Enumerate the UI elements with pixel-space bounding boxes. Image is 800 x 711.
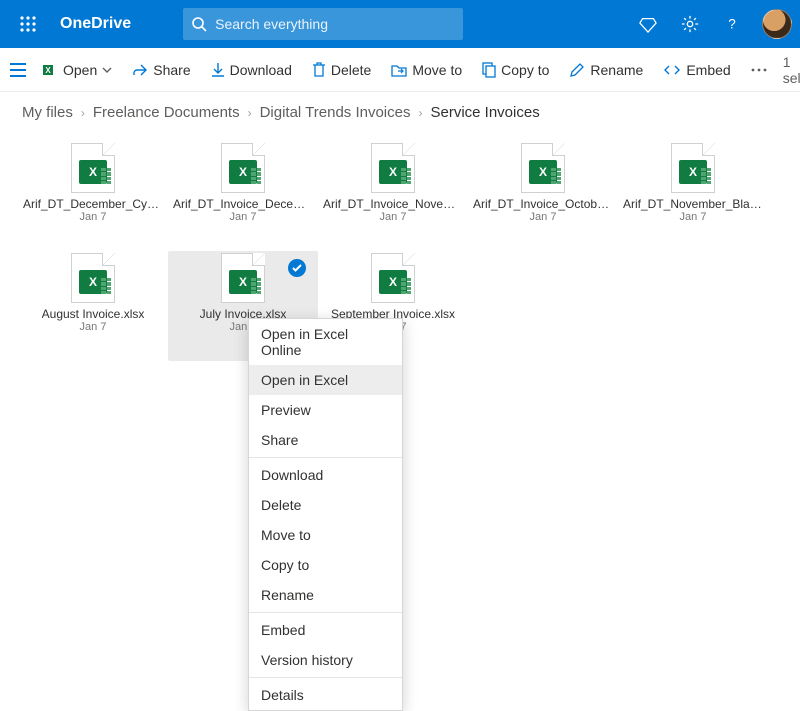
context-menu-item[interactable]: Embed bbox=[249, 615, 402, 645]
search-input[interactable] bbox=[207, 16, 455, 32]
chevron-right-icon: › bbox=[248, 106, 252, 120]
share-button[interactable]: Share bbox=[128, 58, 194, 82]
selected-check-icon bbox=[288, 259, 306, 277]
hamburger-icon bbox=[10, 63, 26, 77]
move-to-button[interactable]: Move to bbox=[387, 58, 466, 82]
rename-icon bbox=[569, 62, 585, 78]
chevron-down-icon bbox=[102, 65, 112, 75]
excel-file-icon: X bbox=[521, 143, 565, 193]
context-menu-item[interactable]: Open in Excel Online bbox=[249, 319, 402, 365]
excel-file-icon: X bbox=[221, 143, 265, 193]
user-avatar[interactable] bbox=[762, 9, 792, 39]
more-button[interactable] bbox=[747, 63, 771, 77]
breadcrumb-item[interactable]: My files bbox=[22, 104, 73, 121]
excel-file-icon: X bbox=[71, 143, 115, 193]
download-label: Download bbox=[230, 62, 292, 78]
file-tile[interactable]: X Arif_DT_Invoice_October_2...Jan 7 bbox=[468, 141, 618, 251]
search-box[interactable] bbox=[183, 8, 463, 40]
file-tile[interactable]: X Arif_DT_Invoice_November...Jan 7 bbox=[318, 141, 468, 251]
svg-text:X: X bbox=[45, 66, 51, 75]
selection-count: 1 selected bbox=[783, 54, 800, 86]
file-date: Jan 7 bbox=[530, 211, 557, 223]
app-launcher-button[interactable] bbox=[8, 16, 48, 32]
diamond-icon bbox=[639, 15, 657, 33]
delete-icon bbox=[312, 62, 326, 78]
excel-file-icon: X bbox=[371, 253, 415, 303]
excel-icon: X bbox=[42, 62, 58, 78]
chevron-right-icon: › bbox=[418, 106, 422, 120]
svg-text:?: ? bbox=[728, 17, 736, 32]
file-date: Jan 7 bbox=[80, 211, 107, 223]
open-label: Open bbox=[63, 62, 97, 78]
menu-separator bbox=[249, 677, 402, 678]
help-icon: ? bbox=[723, 15, 741, 33]
breadcrumb-item[interactable]: Service Invoices bbox=[430, 104, 539, 121]
context-menu-item[interactable]: Version history bbox=[249, 645, 402, 675]
move-to-label: Move to bbox=[412, 62, 462, 78]
file-tile[interactable]: X Arif_DT_Invoice_December...Jan 7 bbox=[168, 141, 318, 251]
menu-separator bbox=[249, 612, 402, 613]
delete-label: Delete bbox=[331, 62, 371, 78]
delete-button[interactable]: Delete bbox=[308, 58, 375, 82]
file-name: Arif_DT_December_Cyber_... bbox=[23, 197, 163, 211]
context-menu-item[interactable]: Preview bbox=[249, 395, 402, 425]
file-date: Jan 7 bbox=[80, 321, 107, 333]
more-icon bbox=[751, 67, 767, 73]
embed-icon bbox=[663, 63, 681, 77]
app-brand[interactable]: OneDrive bbox=[60, 15, 131, 33]
excel-file-icon: X bbox=[671, 143, 715, 193]
context-menu-item[interactable]: Open in Excel bbox=[249, 365, 402, 395]
context-menu-item[interactable]: Share bbox=[249, 425, 402, 455]
breadcrumb: My files › Freelance Documents › Digital Tre… bbox=[0, 92, 800, 125]
download-button[interactable]: Download bbox=[207, 58, 296, 82]
waffle-icon bbox=[20, 16, 36, 32]
search-icon bbox=[191, 16, 207, 32]
file-date: Jan 7 bbox=[230, 211, 257, 223]
move-icon bbox=[391, 63, 407, 77]
context-menu-item[interactable]: Details bbox=[249, 680, 402, 710]
context-menu-item[interactable]: Delete bbox=[249, 490, 402, 520]
nav-toggle-button[interactable] bbox=[10, 56, 26, 84]
help-button[interactable]: ? bbox=[720, 12, 744, 36]
file-name: Arif_DT_November_Black_F... bbox=[623, 197, 763, 211]
rename-button[interactable]: Rename bbox=[565, 58, 647, 82]
embed-button[interactable]: Embed bbox=[659, 58, 734, 82]
gear-icon bbox=[681, 15, 699, 33]
share-icon bbox=[132, 62, 148, 78]
open-button[interactable]: X Open bbox=[38, 58, 116, 82]
file-name: Arif_DT_Invoice_November... bbox=[323, 197, 463, 211]
excel-file-icon: X bbox=[71, 253, 115, 303]
command-bar: X Open Share Download Delete Move to Cop… bbox=[0, 48, 800, 92]
copy-to-button[interactable]: Copy to bbox=[478, 58, 553, 82]
context-menu-item[interactable]: Copy to bbox=[249, 550, 402, 580]
excel-file-icon: X bbox=[371, 143, 415, 193]
embed-label: Embed bbox=[686, 62, 730, 78]
download-icon bbox=[211, 62, 225, 78]
file-date: Jan 7 bbox=[380, 211, 407, 223]
share-label: Share bbox=[153, 62, 190, 78]
settings-button[interactable] bbox=[678, 12, 702, 36]
breadcrumb-item[interactable]: Freelance Documents bbox=[93, 104, 240, 121]
file-name: Arif_DT_Invoice_October_2... bbox=[473, 197, 613, 211]
file-tile[interactable]: X August Invoice.xlsxJan 7 bbox=[18, 251, 168, 361]
file-name: August Invoice.xlsx bbox=[42, 307, 145, 321]
copy-to-label: Copy to bbox=[501, 62, 549, 78]
menu-separator bbox=[249, 457, 402, 458]
rename-label: Rename bbox=[590, 62, 643, 78]
copy-icon bbox=[482, 62, 496, 78]
excel-file-icon: X bbox=[221, 253, 265, 303]
premium-button[interactable] bbox=[636, 12, 660, 36]
context-menu: Open in Excel OnlineOpen in ExcelPreview… bbox=[248, 318, 403, 711]
context-menu-item[interactable]: Download bbox=[249, 460, 402, 490]
context-menu-item[interactable]: Move to bbox=[249, 520, 402, 550]
file-date: Jan 7 bbox=[680, 211, 707, 223]
app-header: OneDrive ? bbox=[0, 0, 800, 48]
breadcrumb-item[interactable]: Digital Trends Invoices bbox=[260, 104, 411, 121]
context-menu-item[interactable]: Rename bbox=[249, 580, 402, 610]
file-tile[interactable]: X Arif_DT_December_Cyber_...Jan 7 bbox=[18, 141, 168, 251]
file-tile[interactable]: X Arif_DT_November_Black_F...Jan 7 bbox=[618, 141, 768, 251]
file-name: Arif_DT_Invoice_December... bbox=[173, 197, 313, 211]
chevron-right-icon: › bbox=[81, 106, 85, 120]
